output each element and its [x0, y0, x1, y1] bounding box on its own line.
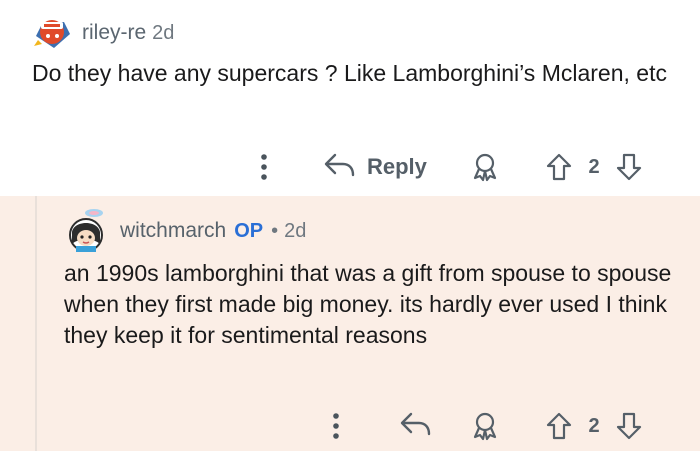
reply-label: Reply	[367, 154, 427, 179]
vote-count: 2	[588, 414, 600, 437]
reply-age: 2d	[284, 219, 307, 242]
comment-header: riley-re 2d	[32, 14, 174, 52]
reply-header: witchmarch OP • 2d	[64, 208, 306, 254]
vote-count: 2	[588, 155, 600, 178]
reply-arrow-icon	[399, 411, 433, 442]
thread-line[interactable]	[35, 196, 37, 451]
upvote-arrow-icon[interactable]	[544, 152, 574, 182]
reply-body: an 1990s lamborghini that was a gift fro…	[64, 260, 672, 348]
upvote-arrow-icon[interactable]	[544, 411, 574, 441]
reply-button[interactable]	[398, 410, 434, 442]
comment-body: Do they have any supercars ? Like Lambor…	[32, 60, 667, 86]
op-badge: OP	[234, 219, 264, 242]
avatar[interactable]	[64, 208, 110, 254]
downvote-arrow-icon[interactable]	[614, 152, 644, 182]
comment-age: 2d	[152, 21, 175, 44]
more-vertical-icon[interactable]	[252, 152, 276, 182]
more-vertical-icon[interactable]	[324, 411, 348, 441]
downvote-arrow-icon[interactable]	[614, 411, 644, 441]
award-icon[interactable]	[470, 152, 500, 182]
reply-arrow-icon	[323, 152, 357, 183]
reply-button[interactable]: Reply	[323, 150, 427, 184]
separator-dot: •	[271, 219, 279, 242]
award-icon[interactable]	[470, 411, 500, 441]
comment-author[interactable]: riley-re	[82, 21, 146, 45]
reply-author[interactable]: witchmarch	[120, 219, 226, 243]
avatar[interactable]	[32, 14, 74, 52]
